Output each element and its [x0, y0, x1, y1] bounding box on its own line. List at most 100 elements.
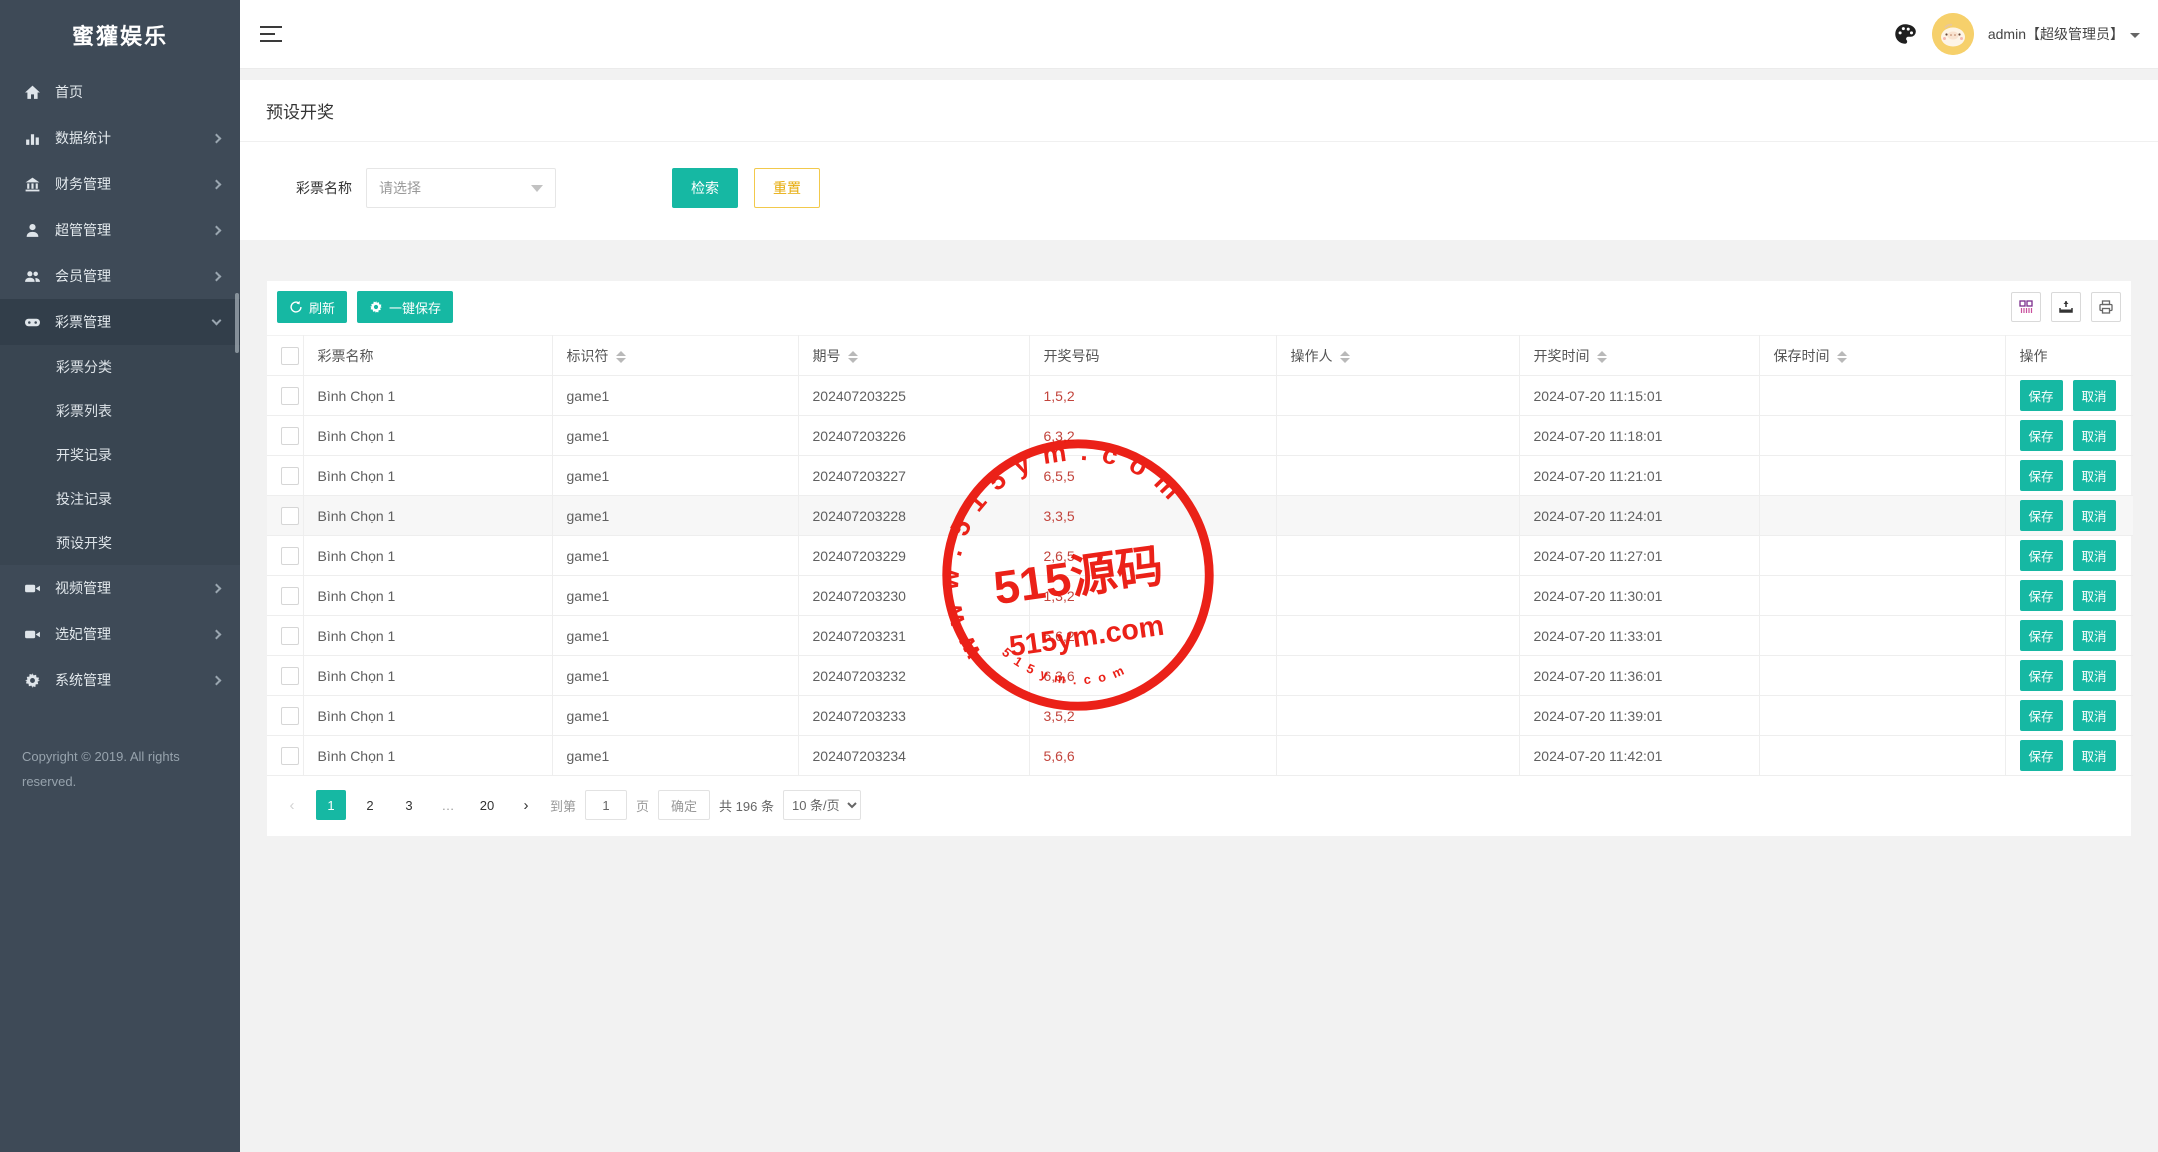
select-all-header[interactable]	[267, 336, 303, 376]
column-header[interactable]: 保存时间	[1759, 336, 2005, 376]
sidebar-item-8[interactable]: 系统管理	[0, 657, 240, 703]
admin-user-icon	[24, 222, 41, 239]
print-button[interactable]	[2091, 292, 2121, 322]
sidebar-scrollbar[interactable]	[235, 293, 239, 353]
sidebar-item-label: 彩票管理	[55, 312, 213, 332]
chevron-right-icon	[212, 133, 222, 143]
row-checkbox[interactable]	[281, 467, 299, 485]
video-icon	[24, 626, 41, 643]
issue-cell: 202407203226	[798, 416, 1029, 456]
actions-cell: 保存取消	[2005, 616, 2133, 656]
row-cancel-button[interactable]: 取消	[2073, 700, 2116, 731]
goto-page-input[interactable]	[585, 790, 627, 820]
sidebar-item-1[interactable]: 数据统计	[0, 115, 240, 161]
draw-time-cell: 2024-07-20 11:24:01	[1519, 496, 1759, 536]
row-checkbox[interactable]	[281, 747, 299, 765]
row-save-button[interactable]: 保存	[2020, 540, 2063, 571]
row-cancel-button[interactable]: 取消	[2073, 420, 2116, 451]
sidebar-item-label: 会员管理	[55, 266, 213, 286]
row-cancel-button[interactable]: 取消	[2073, 500, 2116, 531]
sort-icon[interactable]	[848, 351, 858, 363]
row-cancel-button[interactable]: 取消	[2073, 740, 2116, 771]
code-cell: game1	[552, 736, 798, 776]
row-checkbox[interactable]	[281, 707, 299, 725]
row-cancel-button[interactable]: 取消	[2073, 620, 2116, 651]
page-button-20[interactable]: 20	[472, 790, 502, 820]
page-button-1[interactable]: 1	[316, 790, 346, 820]
table-header-row: 彩票名称标识符期号开奖号码操作人开奖时间保存时间操作	[267, 336, 2133, 376]
refresh-button[interactable]: 刷新	[277, 291, 347, 323]
chevron-right-icon	[212, 225, 222, 235]
sidebar-subitem-5-4[interactable]: 预设开奖	[0, 521, 240, 565]
user-avatar[interactable]	[1932, 13, 1974, 55]
row-checkbox[interactable]	[281, 547, 299, 565]
row-save-button[interactable]: 保存	[2020, 380, 2063, 411]
sidebar-item-6[interactable]: 视频管理	[0, 565, 240, 611]
column-header[interactable]: 开奖时间	[1519, 336, 1759, 376]
theme-palette-icon[interactable]	[1892, 21, 1918, 47]
row-save-button[interactable]: 保存	[2020, 460, 2063, 491]
sidebar-item-0[interactable]: 首页	[0, 69, 240, 115]
total-count-label: 共 196 条	[719, 796, 774, 815]
column-header[interactable]: 期号	[798, 336, 1029, 376]
sidebar-subitem-5-0[interactable]: 彩票分类	[0, 345, 240, 389]
sidebar-item-label: 系统管理	[55, 670, 213, 690]
lottery-icon	[24, 314, 41, 331]
prev-page-button[interactable]: ‹	[277, 790, 307, 820]
sidebar-item-4[interactable]: 会员管理	[0, 253, 240, 299]
page-size-select[interactable]: 10 条/页	[783, 790, 861, 820]
select-all-checkbox[interactable]	[281, 347, 299, 365]
row-save-button[interactable]: 保存	[2020, 620, 2063, 651]
row-checkbox[interactable]	[281, 667, 299, 685]
row-checkbox[interactable]	[281, 627, 299, 645]
column-header[interactable]: 标识符	[552, 336, 798, 376]
sort-icon[interactable]	[1837, 351, 1847, 363]
row-save-button[interactable]: 保存	[2020, 500, 2063, 531]
row-checkbox[interactable]	[281, 387, 299, 405]
row-checkbox[interactable]	[281, 507, 299, 525]
row-save-button[interactable]: 保存	[2020, 420, 2063, 451]
row-save-button[interactable]: 保存	[2020, 700, 2063, 731]
user-menu[interactable]: admin【超级管理员】	[1988, 24, 2140, 44]
row-save-button[interactable]: 保存	[2020, 740, 2063, 771]
row-cancel-button[interactable]: 取消	[2073, 580, 2116, 611]
lottery-name-cell: Bình Chọn 1	[303, 576, 552, 616]
table-row: Bình Chọn 1game12024072032315,6,22024-07…	[267, 616, 2133, 656]
row-cancel-button[interactable]: 取消	[2073, 380, 2116, 411]
actions-cell: 保存取消	[2005, 456, 2133, 496]
column-header[interactable]: 操作人	[1276, 336, 1519, 376]
filter-columns-button[interactable]	[2011, 292, 2041, 322]
reset-button[interactable]: 重置	[754, 168, 820, 208]
row-save-button[interactable]: 保存	[2020, 580, 2063, 611]
goto-confirm-button[interactable]: 确定	[658, 790, 710, 820]
sidebar-subitem-5-2[interactable]: 开奖记录	[0, 433, 240, 477]
filter-columns-icon	[2018, 299, 2034, 315]
row-save-button[interactable]: 保存	[2020, 660, 2063, 691]
row-checkbox[interactable]	[281, 587, 299, 605]
sort-icon[interactable]	[1340, 351, 1350, 363]
sidebar-subitem-5-3[interactable]: 投注记录	[0, 477, 240, 521]
row-checkbox[interactable]	[281, 427, 299, 445]
page-button-3[interactable]: 3	[394, 790, 424, 820]
draw-time-cell: 2024-07-20 11:21:01	[1519, 456, 1759, 496]
sidebar-item-5[interactable]: 彩票管理	[0, 299, 240, 345]
search-button[interactable]: 检索	[672, 168, 738, 208]
sort-icon[interactable]	[616, 351, 626, 363]
table-row: Bình Chọn 1game12024072032266,3,22024-07…	[267, 416, 2133, 456]
sidebar-subitem-5-1[interactable]: 彩票列表	[0, 389, 240, 433]
topbar: admin【超级管理员】	[240, 0, 2158, 69]
row-cancel-button[interactable]: 取消	[2073, 540, 2116, 571]
next-page-button[interactable]: ›	[511, 790, 541, 820]
export-button[interactable]	[2051, 292, 2081, 322]
page-button-2[interactable]: 2	[355, 790, 385, 820]
row-cancel-button[interactable]: 取消	[2073, 660, 2116, 691]
save-all-button[interactable]: 一键保存	[357, 291, 453, 323]
sidebar-item-3[interactable]: 超管管理	[0, 207, 240, 253]
menu-toggle-icon[interactable]	[260, 26, 282, 42]
sort-icon[interactable]	[1597, 351, 1607, 363]
sidebar-item-2[interactable]: 财务管理	[0, 161, 240, 207]
actions-cell: 保存取消	[2005, 496, 2133, 536]
sidebar-item-7[interactable]: 选妃管理	[0, 611, 240, 657]
lottery-select[interactable]: 请选择	[366, 168, 556, 208]
row-cancel-button[interactable]: 取消	[2073, 460, 2116, 491]
